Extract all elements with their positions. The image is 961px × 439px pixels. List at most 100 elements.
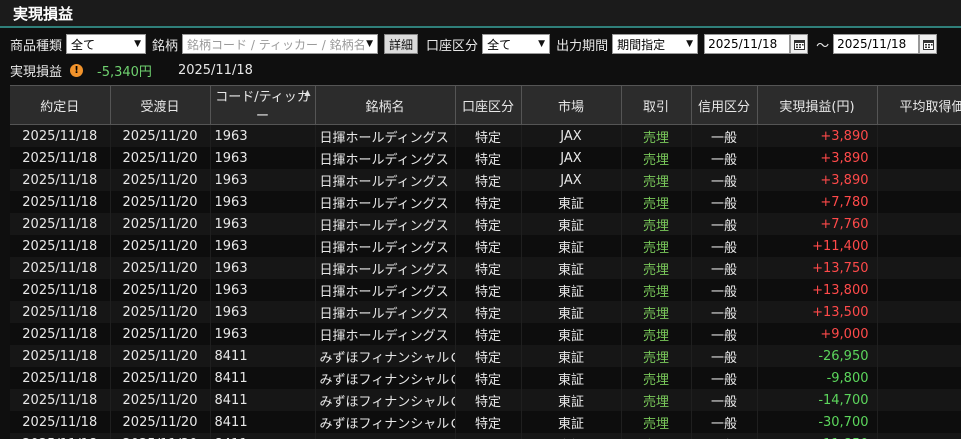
cell-name: みずほフィナンシャルＧ	[315, 345, 456, 367]
cell-name: 日揮ホールディングス	[315, 213, 456, 235]
cell-settlement-date: 2025/11/20	[110, 411, 211, 433]
table-row[interactable]: 2025/11/18 2025/11/20 1963 日揮ホールディングス 特定 東証 売埋…	[10, 323, 961, 345]
product-type-select[interactable]: 全て ▼	[66, 34, 147, 54]
cell-market: 東証	[521, 235, 622, 257]
cell-settlement-date: 2025/11/20	[110, 301, 211, 323]
pnl-table-container[interactable]: 約定日 受渡日 コード/ティッカー ▲ 銘柄名 口座区分 市場 取引 信用区分 実…	[10, 85, 961, 439]
cell-trade: 売埋	[621, 169, 692, 191]
cell-account: 特定	[455, 213, 522, 235]
cell-settlement-date: 2025/11/20	[110, 279, 211, 301]
table-row[interactable]: 2025/11/18 2025/11/20 1963 日揮ホールディングス 特定 JAX 売…	[10, 124, 961, 147]
column-header-market[interactable]: 市場	[521, 85, 622, 125]
table-row[interactable]: 2025/11/18 2025/11/20 1963 日揮ホールディングス 特定 東証 売埋…	[10, 191, 961, 213]
account-type-select[interactable]: 全て ▼	[482, 34, 551, 54]
cell-margin-type: 一般	[691, 279, 758, 301]
cell-account: 特定	[455, 323, 522, 345]
column-header-settlement-date[interactable]: 受渡日	[110, 85, 211, 125]
cell-trade: 売埋	[621, 147, 692, 169]
cell-market: 東証	[521, 323, 622, 345]
cell-trade-date: 2025/11/18	[10, 345, 111, 367]
cell-settlement-date: 2025/11/20	[110, 213, 211, 235]
table-header-row: 約定日 受渡日 コード/ティッカー ▲ 銘柄名 口座区分 市場 取引 信用区分 実…	[10, 85, 961, 125]
cell-avg-price	[877, 367, 961, 389]
cell-avg-price	[877, 124, 961, 147]
cell-trade: 売埋	[621, 301, 692, 323]
table-row[interactable]: 2025/11/182025/11/208411みずほフィナンシャルＧ特定東証売…	[10, 367, 961, 389]
column-header-avg-price[interactable]: 平均取得価格	[877, 85, 961, 125]
symbol-search-input[interactable]: 銘柄コード / ティッカー / 銘柄名 ▼	[182, 34, 379, 54]
cell-trade: 売埋	[621, 257, 692, 279]
table-row[interactable]: 2025/11/18 2025/11/20 1963 日揮ホールディングス 特定 東証 売埋…	[10, 301, 961, 323]
table-row[interactable]: 2025/11/182025/11/208411みずほフィナンシャルＧ特定東証売…	[10, 433, 961, 439]
cell-trade: 売埋	[621, 213, 692, 235]
calendar-icon[interactable]	[790, 34, 809, 54]
cell-margin-type: 一般	[691, 213, 758, 235]
table-row[interactable]: 2025/11/18 2025/11/20 1963 日揮ホールディングス 特定 東証 売埋…	[10, 213, 961, 235]
cell-avg-price	[877, 213, 961, 235]
cell-trade-date: 2025/11/18	[10, 323, 111, 345]
account-type-label: 口座区分	[426, 38, 479, 54]
date-from-input[interactable]: 2025/11/18	[704, 34, 791, 54]
cell-settlement-date: 2025/11/20	[110, 235, 211, 257]
cell-avg-price	[877, 147, 961, 169]
table-row[interactable]: 2025/11/182025/11/208411みずほフィナンシャルＧ特定東証売…	[10, 389, 961, 411]
cell-market: JAX	[521, 124, 622, 147]
chevron-down-icon: ▼	[538, 39, 546, 49]
cell-trade-date: 2025/11/18	[10, 147, 111, 169]
table-row[interactable]: 2025/11/18 2025/11/20 1963 日揮ホールディングス 特定 東証 売埋…	[10, 257, 961, 279]
cell-code: 1963	[210, 323, 316, 345]
cell-market: 東証	[521, 213, 622, 235]
cell-margin-type: 一般	[691, 411, 758, 433]
cell-settlement-date: 2025/11/20	[110, 323, 211, 345]
cell-trade: 売埋	[621, 235, 692, 257]
window-title: 実現損益	[13, 4, 74, 23]
column-header-code-label: コード/ティッカー	[215, 90, 310, 124]
column-header-trade-date[interactable]: 約定日	[10, 85, 111, 125]
calendar-icon[interactable]	[919, 34, 938, 54]
date-to-input[interactable]: 2025/11/18	[833, 34, 920, 54]
cell-margin-type: 一般	[691, 367, 758, 389]
column-header-margin-type[interactable]: 信用区分	[691, 85, 758, 125]
cell-account: 特定	[455, 279, 522, 301]
summary-label: 実現損益	[10, 64, 63, 80]
cell-trade-date: 2025/11/18	[10, 169, 111, 191]
period-mode-select[interactable]: 期間指定 ▼	[612, 34, 699, 54]
table-row[interactable]: 2025/11/18 2025/11/20 1963 日揮ホールディングス 特定 JAX 売…	[10, 147, 961, 169]
cell-avg-price	[877, 411, 961, 433]
cell-realized-pnl: -11,850	[757, 433, 878, 439]
cell-name: 日揮ホールディングス	[315, 301, 456, 323]
period-mode-value: 期間指定	[617, 37, 666, 52]
cell-trade-date: 2025/11/18	[10, 213, 111, 235]
cell-trade: 売埋	[621, 345, 692, 367]
column-header-account[interactable]: 口座区分	[455, 85, 522, 125]
column-header-realized-pnl[interactable]: 実現損益(円)	[757, 85, 878, 125]
window-titlebar: 実現損益	[0, 0, 961, 28]
cell-account: 特定	[455, 124, 522, 147]
cell-margin-type: 一般	[691, 191, 758, 213]
cell-realized-pnl: +9,000	[757, 323, 878, 345]
cell-realized-pnl: -26,950	[757, 345, 878, 367]
cell-margin-type: 一般	[691, 169, 758, 191]
account-type-value: 全て	[487, 37, 512, 52]
column-header-name[interactable]: 銘柄名	[315, 85, 456, 125]
table-row[interactable]: 2025/11/18 2025/11/20 1963 日揮ホールディングス 特定 東証 売埋…	[10, 279, 961, 301]
cell-market: JAX	[521, 169, 622, 191]
table-row[interactable]: 2025/11/18 2025/11/20 1963 日揮ホールディングス 特定 JAX 売…	[10, 169, 961, 191]
table-row[interactable]: 2025/11/18 2025/11/20 1963 日揮ホールディングス 特定 東証 売埋…	[10, 235, 961, 257]
sort-ascending-icon: ▲	[304, 88, 311, 97]
table-row[interactable]: 2025/11/182025/11/208411みずほフィナンシャルＧ特定東証売…	[10, 345, 961, 367]
cell-account: 特定	[455, 191, 522, 213]
cell-code: 8411	[210, 411, 316, 433]
column-header-trade[interactable]: 取引	[621, 85, 692, 125]
warning-icon[interactable]: !	[70, 63, 84, 77]
column-header-code[interactable]: コード/ティッカー ▲	[210, 85, 316, 125]
detail-button[interactable]: 詳細	[384, 34, 419, 54]
cell-avg-price	[877, 389, 961, 411]
product-type-label: 商品種類	[10, 38, 63, 54]
cell-realized-pnl: +3,890	[757, 169, 878, 191]
cell-avg-price	[877, 323, 961, 345]
table-row[interactable]: 2025/11/182025/11/208411みずほフィナンシャルＧ特定東証売…	[10, 411, 961, 433]
cell-settlement-date: 2025/11/20	[110, 389, 211, 411]
cell-code: 1963	[210, 301, 316, 323]
cell-market: JAX	[521, 147, 622, 169]
